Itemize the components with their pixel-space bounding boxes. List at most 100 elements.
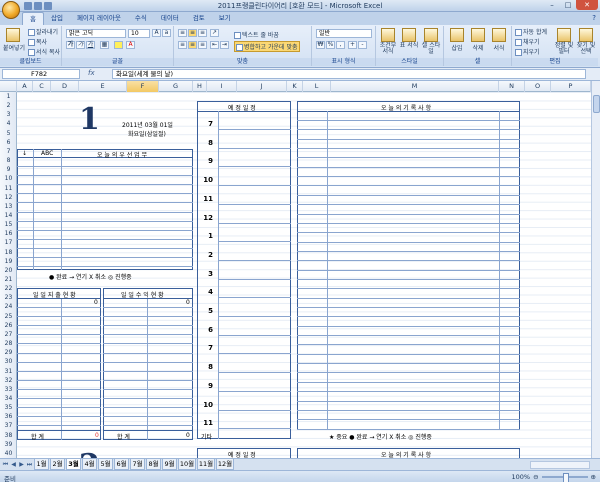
row-header[interactable]: 30 (0, 357, 17, 366)
row-header[interactable]: 22 (0, 284, 17, 293)
autosum-button[interactable]: 자동 합계 (515, 27, 547, 36)
decrease-decimal-button[interactable]: - (358, 41, 367, 49)
column-header-a[interactable]: A (17, 81, 33, 92)
sheet-tab[interactable]: 11월 (197, 459, 215, 470)
column-header-k[interactable]: K (287, 81, 303, 92)
row-header[interactable]: 1 (0, 92, 17, 101)
row-header[interactable]: 31 (0, 367, 17, 376)
column-header-o[interactable]: O (525, 81, 551, 92)
minimize-button[interactable]: – (544, 0, 560, 10)
format-painter-button[interactable]: 서식 복사 (28, 47, 60, 56)
sheet-tab[interactable]: 5월 (98, 459, 113, 470)
paste-button[interactable]: 붙여넣기 (3, 28, 25, 52)
row-header[interactable]: 18 (0, 248, 17, 257)
fx-icon[interactable]: fx (88, 69, 95, 77)
row-header[interactable]: 34 (0, 394, 17, 403)
format-table-button[interactable]: 표 서식 (399, 28, 419, 49)
merge-center-button[interactable]: 병합하고 가운데 맞춤 (234, 41, 300, 52)
align-left-button[interactable]: ≡ (178, 41, 187, 49)
row-header[interactable]: 6 (0, 138, 17, 147)
column-header-l[interactable]: L (303, 81, 331, 92)
sort-filter-button[interactable]: 정렬 및 필터 (554, 28, 574, 55)
decrease-indent-button[interactable]: ⇤ (210, 41, 219, 49)
align-top-button[interactable]: ≡ (178, 29, 187, 37)
increase-decimal-button[interactable]: + (348, 41, 357, 49)
row-header[interactable]: 17 (0, 238, 17, 247)
close-button[interactable]: ✕ (576, 0, 598, 10)
row-header[interactable]: 39 (0, 440, 17, 449)
name-box[interactable]: F782 (2, 69, 80, 79)
tab-insert[interactable]: 삽입 (44, 12, 70, 25)
row-header[interactable]: 16 (0, 229, 17, 238)
office-button[interactable] (2, 1, 20, 19)
row-header[interactable]: 11 (0, 184, 17, 193)
sheet-tab[interactable]: 1월 (34, 459, 49, 470)
column-header-j[interactable]: J (237, 81, 287, 92)
row-header[interactable]: 9 (0, 165, 17, 174)
zoom-in-button[interactable]: ⊕ (591, 473, 596, 481)
column-header-p[interactable]: P (551, 81, 591, 92)
sheet-tab[interactable]: 12월 (216, 459, 234, 470)
column-header-f[interactable]: F (127, 81, 159, 92)
column-header-m[interactable]: M (331, 81, 499, 92)
row-header[interactable]: 40 (0, 449, 17, 458)
zoom-out-button[interactable]: ⊖ (533, 473, 538, 481)
row-header[interactable]: 2 (0, 101, 17, 110)
increase-indent-button[interactable]: ⇥ (220, 41, 229, 49)
row-header[interactable]: 23 (0, 293, 17, 302)
tab-page-layout[interactable]: 페이지 레이아웃 (70, 12, 128, 25)
row-header[interactable]: 29 (0, 348, 17, 357)
row-header[interactable]: 19 (0, 257, 17, 266)
find-select-button[interactable]: 찾기 및 선택 (575, 28, 597, 55)
next-sheet-button[interactable]: ▶ (18, 461, 25, 469)
row-header[interactable]: 24 (0, 302, 17, 311)
prev-sheet-button[interactable]: ◀ (10, 461, 17, 469)
sheet-tab[interactable]: 7월 (130, 459, 145, 470)
conditional-format-button[interactable]: 조건부 서식 (378, 28, 398, 55)
worksheet[interactable]: A C D E F G H I J K L M N O P 1234567891… (0, 81, 591, 458)
tab-home[interactable]: 홈 (22, 12, 44, 25)
number-format-combo[interactable]: 일반 (316, 29, 372, 38)
format-cells-button[interactable]: 서식 (489, 28, 509, 52)
vertical-scrollbar[interactable] (591, 81, 600, 458)
column-header-c[interactable]: C (33, 81, 51, 92)
row-header[interactable]: 38 (0, 431, 17, 440)
insert-cells-button[interactable]: 삽입 (447, 28, 467, 52)
sheet-tab[interactable]: 6월 (114, 459, 129, 470)
zoom-slider[interactable] (541, 473, 588, 482)
align-center-button[interactable]: ≡ (188, 41, 197, 49)
row-header[interactable]: 13 (0, 202, 17, 211)
row-header[interactable]: 8 (0, 156, 17, 165)
copy-button[interactable]: 복사 (28, 37, 47, 46)
row-header[interactable]: 21 (0, 275, 17, 284)
sheet-tab[interactable]: 2월 (50, 459, 65, 470)
row-header[interactable]: 25 (0, 312, 17, 321)
cell-styles-button[interactable]: 셀 스타일 (420, 28, 442, 55)
tab-formulas[interactable]: 수식 (128, 12, 154, 25)
vertical-scroll-thumb[interactable] (593, 95, 600, 113)
row-header[interactable]: 27 (0, 330, 17, 339)
column-header-n[interactable]: N (499, 81, 525, 92)
wrap-text-button[interactable]: 텍스트 줄 바꿈 (234, 30, 279, 39)
font-color-button[interactable]: A (126, 41, 135, 49)
row-header[interactable]: 36 (0, 412, 17, 421)
help-icon[interactable]: ? (592, 14, 596, 22)
column-header-e[interactable]: E (79, 81, 127, 92)
row-header[interactable]: 3 (0, 110, 17, 119)
row-header[interactable]: 7 (0, 147, 17, 156)
row-header[interactable]: 12 (0, 193, 17, 202)
sheet-tab[interactable]: 10월 (178, 459, 196, 470)
row-header[interactable]: 33 (0, 385, 17, 394)
comma-button[interactable]: , (336, 41, 345, 49)
column-header-d[interactable]: D (51, 81, 79, 92)
sheet-tab[interactable]: 3월 (66, 459, 81, 470)
fill-button[interactable]: 채우기 (515, 37, 540, 46)
currency-button[interactable]: ₩ (316, 41, 325, 49)
cut-button[interactable]: 잘라내기 (28, 27, 58, 36)
delete-cells-button[interactable]: 삭제 (468, 28, 488, 52)
select-all-corner[interactable] (0, 81, 17, 92)
last-sheet-button[interactable]: ⏭ (26, 461, 33, 469)
italic-button[interactable]: 가 (76, 41, 85, 49)
orientation-button[interactable]: ↗ (210, 29, 219, 37)
row-header[interactable]: 28 (0, 339, 17, 348)
